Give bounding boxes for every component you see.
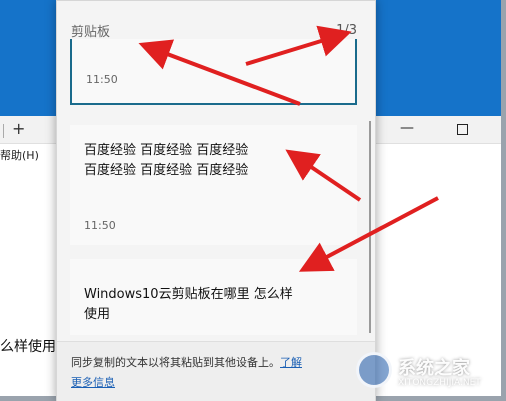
menu-help[interactable]: 帮助(H) [0, 147, 39, 163]
watermark: 系统之家 XITONGZHIJIA.NET [356, 342, 502, 396]
screenshot-frame-right [501, 0, 506, 401]
sync-description-text: 同步复制的文本以将其粘贴到其他设备上。 [71, 356, 280, 369]
titlebar-separator [3, 124, 4, 138]
more-info-link[interactable]: 更多信息 [71, 374, 115, 390]
watermark-logo-icon [356, 352, 392, 388]
maximize-icon[interactable] [457, 124, 468, 135]
clipboard-item-text-line: 百度经验 百度经验 百度经验 [84, 163, 249, 178]
clipboard-item-text: 百度经验 百度经验 百度经验 百度经验 百度经验 百度经验 [84, 141, 248, 181]
watermark-url: XITONGZHIJIA.NET [398, 378, 481, 388]
clipboard-page-counter: 1/3 [336, 23, 357, 38]
document-text-fragment: 么样使用 [0, 339, 56, 355]
clipboard-item-text: Windows10云剪贴板在哪里 怎么样 使用 [84, 285, 354, 325]
clipboard-scrollbar[interactable] [369, 121, 371, 333]
clipboard-item-selected[interactable]: 11:50 [70, 39, 357, 105]
clipboard-item-text-line: 使用 [84, 307, 111, 322]
clipboard-item-text-line: Windows10云剪贴板在哪里 怎么样 [84, 287, 293, 302]
clipboard-item-time: 11:50 [84, 219, 116, 232]
minimize-icon[interactable]: — [400, 120, 414, 136]
clipboard-footer: 同步复制的文本以将其粘贴到其他设备上。了解 更多信息 [57, 341, 375, 401]
learn-link[interactable]: 了解 [280, 356, 302, 369]
clipboard-item[interactable]: Windows10云剪贴板在哪里 怎么样 使用 [70, 259, 357, 335]
watermark-text: 系统之家 [398, 358, 470, 379]
sync-description: 同步复制的文本以将其粘贴到其他设备上。了解 [71, 354, 302, 370]
clipboard-panel: 剪贴板 1/3 11:50 百度经验 百度经验 百度经验 百度经验 百度经验 百… [56, 0, 376, 401]
clipboard-item-text-line: 百度经验 百度经验 百度经验 [84, 143, 249, 158]
clipboard-item-time: 11:50 [86, 73, 118, 86]
new-tab-icon[interactable]: + [12, 119, 25, 138]
clipboard-item[interactable]: 百度经验 百度经验 百度经验 百度经验 百度经验 百度经验 11:50 [70, 125, 357, 245]
clipboard-title: 剪贴板 [71, 25, 111, 40]
